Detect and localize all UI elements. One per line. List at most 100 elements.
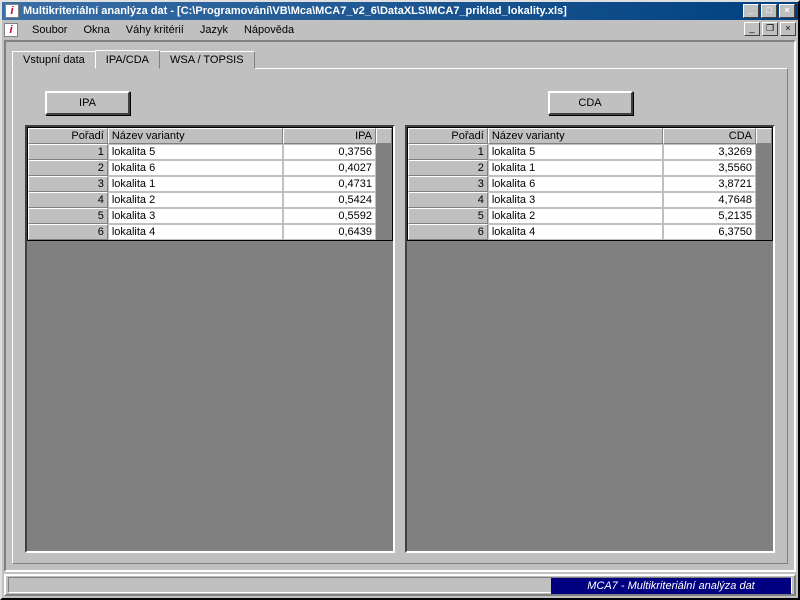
value-cell[interactable]: 3,5560	[663, 160, 756, 176]
row-filler	[376, 176, 392, 192]
cda-grid[interactable]: PořadíNázev variantyCDA1lokalita 53,3269…	[407, 127, 773, 241]
variant-name-cell[interactable]: lokalita 2	[108, 192, 284, 208]
row-filler	[376, 144, 392, 160]
row-number[interactable]: 4	[408, 192, 488, 208]
table-row[interactable]: 3lokalita 10,4731	[28, 176, 392, 192]
tab-ipa-cda[interactable]: IPA/CDA	[95, 50, 160, 69]
tab-wsa-topsis[interactable]: WSA / TOPSIS	[159, 51, 255, 69]
status-inset: MCA7 - Multikriteriální analýza dat	[8, 577, 792, 593]
variant-name-cell[interactable]: lokalita 3	[108, 208, 284, 224]
value-cell[interactable]: 0,6439	[283, 224, 376, 240]
variant-name-cell[interactable]: lokalita 4	[108, 224, 284, 240]
row-filler	[756, 224, 772, 240]
table-row[interactable]: 6lokalita 40,6439	[28, 224, 392, 240]
menu-vahy[interactable]: Váhy kritérií	[118, 22, 192, 38]
client-area: Vstupní data IPA/CDA WSA / TOPSIS IPA Po…	[4, 40, 796, 572]
row-number[interactable]: 1	[408, 144, 488, 160]
grid-header[interactable]: Název varianty	[108, 128, 284, 144]
table-row[interactable]: 5lokalita 25,2135	[408, 208, 772, 224]
value-cell[interactable]: 0,5592	[283, 208, 376, 224]
grid-header-filler	[756, 128, 772, 144]
statusbar: MCA7 - Multikriteriální analýza dat	[4, 574, 796, 596]
main-window: i Multikriteriální ananlýza dat - [C:\Pr…	[0, 0, 800, 600]
ipa-grid[interactable]: PořadíNázev variantyIPA1lokalita 50,3756…	[27, 127, 393, 241]
row-filler	[756, 144, 772, 160]
grid-header[interactable]: CDA	[663, 128, 756, 144]
maximize-button[interactable]: □	[761, 4, 777, 18]
row-filler	[376, 224, 392, 240]
mdi-minimize-button[interactable]: _	[744, 22, 760, 36]
menu-jazyk[interactable]: Jazyk	[192, 22, 236, 38]
ipa-button[interactable]: IPA	[45, 91, 130, 115]
table-row[interactable]: 3lokalita 63,8721	[408, 176, 772, 192]
row-number[interactable]: 6	[408, 224, 488, 240]
variant-name-cell[interactable]: lokalita 6	[108, 160, 284, 176]
row-number[interactable]: 5	[28, 208, 108, 224]
value-cell[interactable]: 0,4027	[283, 160, 376, 176]
variant-name-cell[interactable]: lokalita 6	[488, 176, 664, 192]
variant-name-cell[interactable]: lokalita 1	[108, 176, 284, 192]
row-number[interactable]: 4	[28, 192, 108, 208]
table-row[interactable]: 2lokalita 13,5560	[408, 160, 772, 176]
row-filler	[756, 208, 772, 224]
value-cell[interactable]: 4,7648	[663, 192, 756, 208]
row-filler	[376, 160, 392, 176]
table-row[interactable]: 1lokalita 50,3756	[28, 144, 392, 160]
mdi-icon: i	[4, 23, 18, 37]
tabstrip: Vstupní data IPA/CDA WSA / TOPSIS	[12, 48, 788, 68]
right-half: CDA PořadíNázev variantyCDA1lokalita 53,…	[405, 87, 775, 553]
close-button[interactable]: ×	[779, 4, 795, 18]
right-pane: PořadíNázev variantyCDA1lokalita 53,3269…	[405, 125, 775, 553]
table-row[interactable]: 6lokalita 46,3750	[408, 224, 772, 240]
app-icon: i	[5, 4, 19, 18]
menubar: i Soubor Okna Váhy kritérií Jazyk Nápově…	[2, 20, 798, 40]
variant-name-cell[interactable]: lokalita 1	[488, 160, 664, 176]
row-filler	[756, 160, 772, 176]
tab-panel: IPA PořadíNázev variantyIPA1lokalita 50,…	[12, 68, 788, 564]
left-pane: PořadíNázev variantyIPA1lokalita 50,3756…	[25, 125, 395, 553]
value-cell[interactable]: 5,2135	[663, 208, 756, 224]
row-number[interactable]: 5	[408, 208, 488, 224]
table-row[interactable]: 4lokalita 20,5424	[28, 192, 392, 208]
variant-name-cell[interactable]: lokalita 2	[488, 208, 664, 224]
left-half: IPA PořadíNázev variantyIPA1lokalita 50,…	[25, 87, 395, 553]
menu-okna[interactable]: Okna	[75, 22, 117, 38]
value-cell[interactable]: 0,5424	[283, 192, 376, 208]
value-cell[interactable]: 3,8721	[663, 176, 756, 192]
variant-name-cell[interactable]: lokalita 4	[488, 224, 664, 240]
row-filler	[376, 208, 392, 224]
value-cell[interactable]: 0,3756	[283, 144, 376, 160]
grid-header[interactable]: Název varianty	[488, 128, 664, 144]
menu-soubor[interactable]: Soubor	[24, 22, 75, 38]
row-filler	[756, 192, 772, 208]
variant-name-cell[interactable]: lokalita 3	[488, 192, 664, 208]
row-number[interactable]: 2	[408, 160, 488, 176]
status-banner: MCA7 - Multikriteriální analýza dat	[551, 578, 791, 594]
variant-name-cell[interactable]: lokalita 5	[108, 144, 284, 160]
row-number[interactable]: 3	[28, 176, 108, 192]
menu-napoveda[interactable]: Nápověda	[236, 22, 302, 38]
grid-header[interactable]: Pořadí	[28, 128, 108, 144]
grid-header[interactable]: Pořadí	[408, 128, 488, 144]
value-cell[interactable]: 6,3750	[663, 224, 756, 240]
table-row[interactable]: 2lokalita 60,4027	[28, 160, 392, 176]
cda-button[interactable]: CDA	[548, 91, 633, 115]
minimize-button[interactable]: _	[743, 4, 759, 18]
row-filler	[376, 192, 392, 208]
value-cell[interactable]: 0,4731	[283, 176, 376, 192]
variant-name-cell[interactable]: lokalita 5	[488, 144, 664, 160]
table-row[interactable]: 4lokalita 34,7648	[408, 192, 772, 208]
row-number[interactable]: 6	[28, 224, 108, 240]
mdi-restore-button[interactable]: ❐	[762, 22, 778, 36]
mdi-close-button[interactable]: ×	[780, 22, 796, 36]
grid-header-filler	[376, 128, 392, 144]
row-number[interactable]: 3	[408, 176, 488, 192]
table-row[interactable]: 5lokalita 30,5592	[28, 208, 392, 224]
row-number[interactable]: 2	[28, 160, 108, 176]
tab-vstupni-data[interactable]: Vstupní data	[12, 51, 96, 69]
value-cell[interactable]: 3,3269	[663, 144, 756, 160]
table-row[interactable]: 1lokalita 53,3269	[408, 144, 772, 160]
row-filler	[756, 176, 772, 192]
grid-header[interactable]: IPA	[283, 128, 376, 144]
row-number[interactable]: 1	[28, 144, 108, 160]
